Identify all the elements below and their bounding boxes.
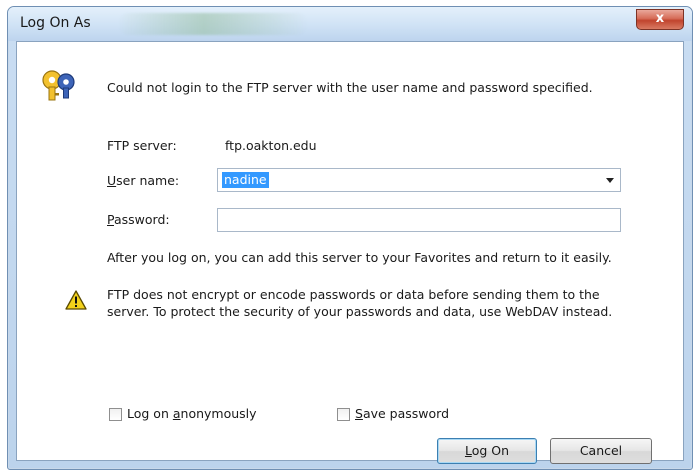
log-on-as-dialog: Log On As x Could not login to the FTP s… (7, 6, 693, 470)
username-input-value[interactable]: nadine (222, 172, 269, 188)
title-bar-glare (118, 13, 308, 35)
cancel-button[interactable]: Cancel (550, 438, 652, 464)
title-bar[interactable]: Log On As x (8, 7, 692, 41)
username-label: User name: (107, 173, 180, 188)
save-password-checkbox[interactable] (337, 408, 350, 421)
log-on-button[interactable]: Log On (437, 438, 537, 464)
password-field[interactable] (217, 208, 621, 232)
save-password-label[interactable]: Save password (355, 406, 449, 421)
close-button[interactable]: x (636, 9, 684, 30)
warning-icon (65, 290, 87, 310)
password-label: Password: (107, 212, 170, 227)
dialog-body: Could not login to the FTP server with t… (16, 41, 684, 464)
close-icon: x (655, 11, 665, 26)
ftp-server-label: FTP server: (107, 138, 177, 153)
window-title: Log On As (20, 15, 91, 31)
anonymous-label[interactable]: Log on anonymously (127, 406, 257, 421)
anonymous-checkbox[interactable] (109, 408, 122, 421)
favorites-info-text: After you log on, you can add this serve… (107, 250, 612, 265)
ftp-server-value: ftp.oakton.edu (225, 138, 317, 153)
error-message: Could not login to the FTP server with t… (107, 80, 593, 95)
keys-icon (42, 70, 75, 101)
username-combobox[interactable]: nadine (217, 168, 621, 192)
dropdown-arrow-icon[interactable] (606, 178, 614, 183)
warning-text-line1: FTP does not encrypt or encode passwords… (107, 287, 600, 302)
warning-text-line2: server. To protect the security of your … (107, 304, 613, 319)
